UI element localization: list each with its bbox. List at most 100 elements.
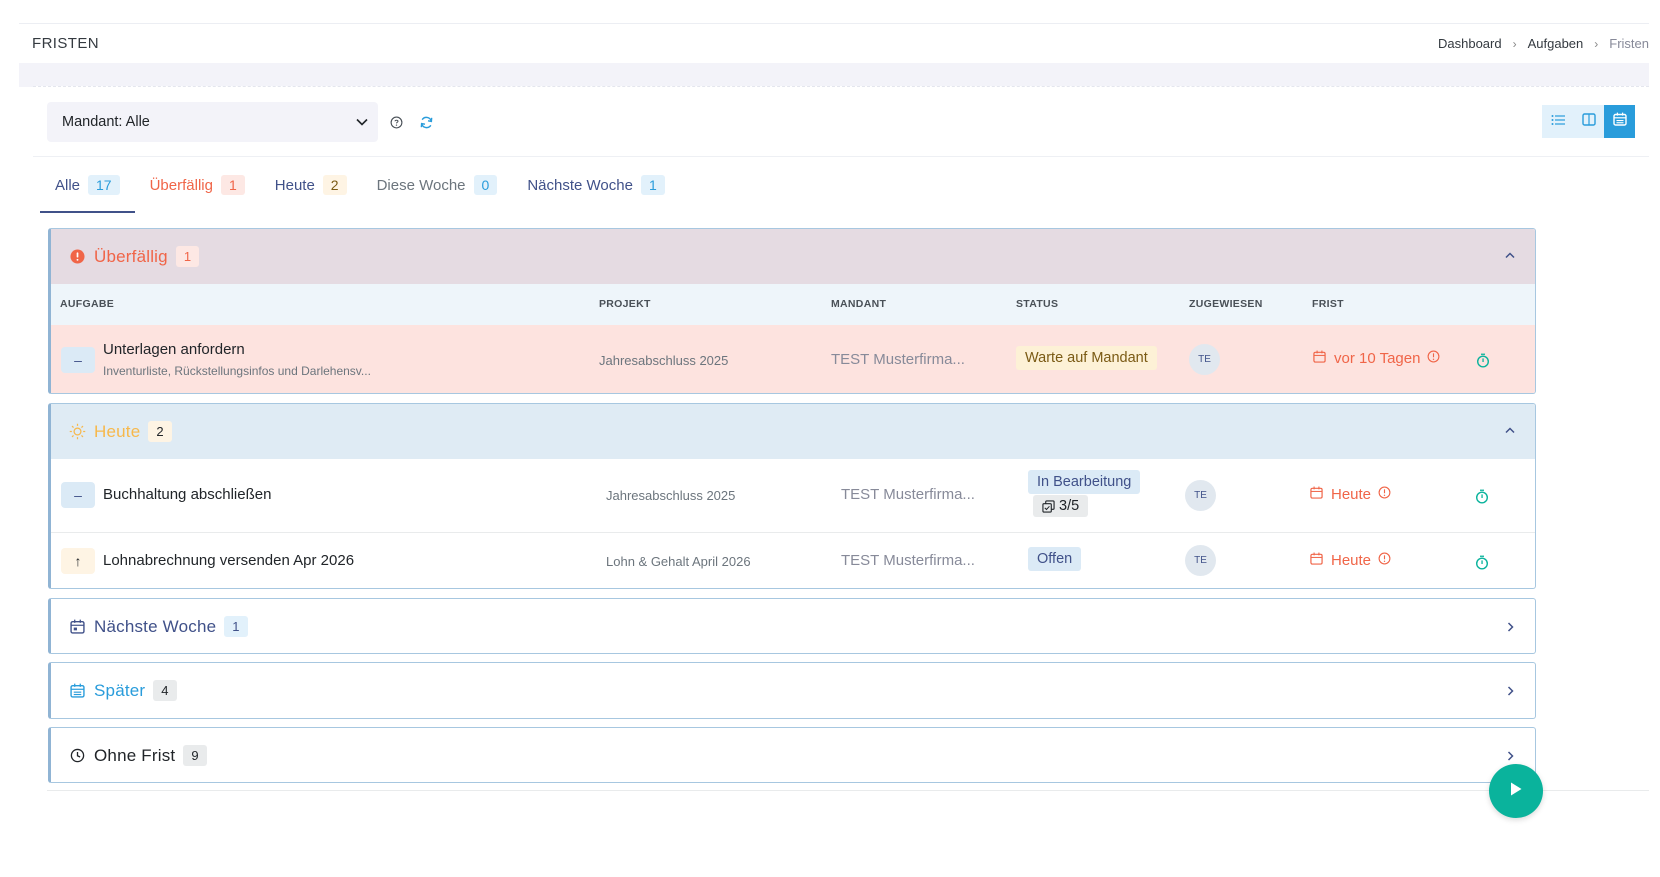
table-row[interactable]: ↑ Lohnabrechnung versenden Apr 2026 Lohn…	[51, 532, 1535, 588]
due-label: Heute	[1331, 552, 1372, 569]
calendar-view-button[interactable]	[1604, 105, 1635, 138]
column-mandant: MANDANT	[831, 298, 887, 310]
group-header-ueberfaellig[interactable]: Überfällig 1	[51, 229, 1535, 284]
due-date: vor 10 Tagen	[1313, 350, 1440, 367]
clock-icon	[69, 747, 86, 764]
calendar-icon	[1310, 486, 1323, 503]
alert-circle-icon	[1378, 486, 1391, 503]
page: FRISTEN Dashboard › Aufgaben › Fristen M…	[0, 0, 1660, 877]
due-date: Heute	[1310, 552, 1391, 569]
task-title[interactable]: Unterlagen anfordern	[103, 341, 245, 358]
task-description: Inventurliste, Rückstellungsinfos und Da…	[103, 364, 371, 378]
chevron-right-icon[interactable]	[1503, 684, 1517, 698]
filter-tabs: Alle 17 Überfällig 1 Heute 2 Diese Woche…	[40, 157, 680, 213]
kanban-view-button[interactable]	[1573, 105, 1604, 138]
tab-alle[interactable]: Alle 17	[40, 157, 135, 213]
deadlines-card: Mandant: Alle Alle 17 Überfällig 1 Heute…	[33, 86, 1649, 806]
play-icon	[1509, 781, 1523, 802]
toolbar: Mandant: Alle	[47, 102, 1649, 142]
group-title: Ohne Frist	[94, 745, 176, 765]
page-title: FRISTEN	[32, 35, 99, 52]
tab-count-badge: 1	[220, 175, 245, 195]
group-ueberfaellig: Überfällig 1 AUFGABE PROJEKT MANDANT STA…	[48, 228, 1536, 394]
avatar[interactable]: TE	[1189, 344, 1220, 375]
timer-icon[interactable]	[1474, 554, 1490, 570]
mandant-select-value: Mandant: Alle	[62, 114, 150, 130]
tab-diese-woche[interactable]: Diese Woche 0	[362, 157, 513, 213]
client-name[interactable]: TEST Musterfirma...	[841, 552, 975, 569]
due-label: vor 10 Tagen	[1334, 350, 1421, 367]
mandant-select[interactable]: Mandant: Alle	[47, 102, 378, 142]
alert-circle-icon	[69, 248, 86, 265]
tab-count-badge: 2	[322, 175, 347, 195]
client-name[interactable]: TEST Musterfirma...	[841, 486, 975, 503]
tab-label: Diese Woche	[376, 176, 466, 194]
priority-normal-badge: –	[61, 347, 95, 373]
calendar-icon	[69, 682, 86, 699]
tab-ueberfaellig[interactable]: Überfällig 1	[135, 157, 260, 213]
breadcrumb-fristen: Fristen	[1609, 36, 1649, 51]
list-icon	[1551, 113, 1565, 131]
group-header-spaeter[interactable]: Später 4	[51, 663, 1535, 718]
project-name[interactable]: Jahresabschluss 2025	[606, 488, 735, 503]
breadcrumb-aufgaben[interactable]: Aufgaben	[1528, 36, 1584, 51]
chevron-right-icon[interactable]	[1503, 749, 1517, 763]
due-date: Heute	[1310, 486, 1391, 503]
view-switcher	[1542, 105, 1635, 138]
group-ohne-frist: Ohne Frist 9	[48, 727, 1536, 783]
group-header-heute[interactable]: Heute 2	[51, 404, 1535, 459]
tab-naechste-woche[interactable]: Nächste Woche 1	[512, 157, 679, 213]
refresh-icon[interactable]	[418, 114, 434, 130]
chevron-up-icon[interactable]	[1503, 423, 1517, 437]
subtasks-icon	[1042, 499, 1055, 513]
priority-high-badge: ↑	[61, 548, 95, 574]
timer-icon[interactable]	[1474, 488, 1490, 504]
task-title[interactable]: Lohnabrechnung versenden Apr 2026	[103, 552, 354, 569]
table-header: AUFGABE PROJEKT MANDANT STATUS ZUGEWIESE…	[51, 284, 1535, 325]
tab-heute[interactable]: Heute 2	[260, 157, 362, 213]
list-view-button[interactable]	[1542, 105, 1573, 138]
chevron-right-icon[interactable]	[1503, 620, 1517, 634]
group-header-ohne-frist[interactable]: Ohne Frist 9	[51, 728, 1535, 782]
due-label: Heute	[1331, 486, 1372, 503]
project-name[interactable]: Lohn & Gehalt April 2026	[606, 554, 751, 569]
tab-count-badge: 0	[473, 175, 498, 195]
group-spaeter: Später 4	[48, 662, 1536, 719]
group-count-badge: 2	[148, 421, 172, 442]
tab-count-badge: 1	[640, 175, 665, 195]
tab-label: Nächste Woche	[527, 176, 633, 194]
page-header: FRISTEN Dashboard › Aufgaben › Fristen	[19, 23, 1649, 63]
table-row[interactable]: – Unterlagen anfordern Inventurliste, Rü…	[51, 325, 1535, 393]
column-zugewiesen: ZUGEWIESEN	[1189, 298, 1263, 310]
group-heute: Heute 2 – Buchhaltung abschließen Jahres…	[48, 403, 1536, 589]
task-title[interactable]: Buchhaltung abschließen	[103, 486, 271, 503]
columns-icon	[1581, 112, 1596, 131]
subtask-badge: 3/5	[1033, 495, 1089, 517]
group-count-badge: 9	[183, 745, 207, 766]
footer-divider	[47, 790, 1649, 791]
column-projekt: PROJEKT	[599, 298, 651, 310]
table-row[interactable]: – Buchhaltung abschließen Jahresabschlus…	[51, 459, 1535, 532]
client-name[interactable]: TEST Musterfirma...	[831, 351, 965, 368]
status-badge: Warte auf Mandant	[1016, 346, 1157, 370]
project-name[interactable]: Jahresabschluss 2025	[599, 353, 728, 368]
group-count-badge: 1	[175, 246, 200, 267]
calendar-icon	[69, 618, 86, 635]
column-status: STATUS	[1016, 298, 1059, 310]
breadcrumb-dashboard[interactable]: Dashboard	[1438, 36, 1502, 51]
play-button[interactable]	[1489, 764, 1543, 818]
avatar[interactable]: TE	[1185, 480, 1216, 511]
avatar[interactable]: TE	[1185, 545, 1216, 576]
calendar-icon	[1313, 350, 1326, 367]
help-circle-icon[interactable]	[388, 114, 404, 130]
priority-normal-badge: –	[61, 482, 95, 508]
sun-icon	[69, 423, 86, 440]
status-badge: In Bearbeitung	[1028, 470, 1141, 494]
tab-label: Heute	[274, 176, 315, 194]
column-frist: FRIST	[1312, 298, 1344, 310]
group-header-naechste-woche[interactable]: Nächste Woche 1	[51, 599, 1535, 653]
chevron-up-icon[interactable]	[1503, 248, 1517, 262]
group-title: Heute	[94, 421, 141, 441]
group-count-badge: 1	[224, 616, 248, 637]
timer-icon[interactable]	[1475, 352, 1491, 368]
